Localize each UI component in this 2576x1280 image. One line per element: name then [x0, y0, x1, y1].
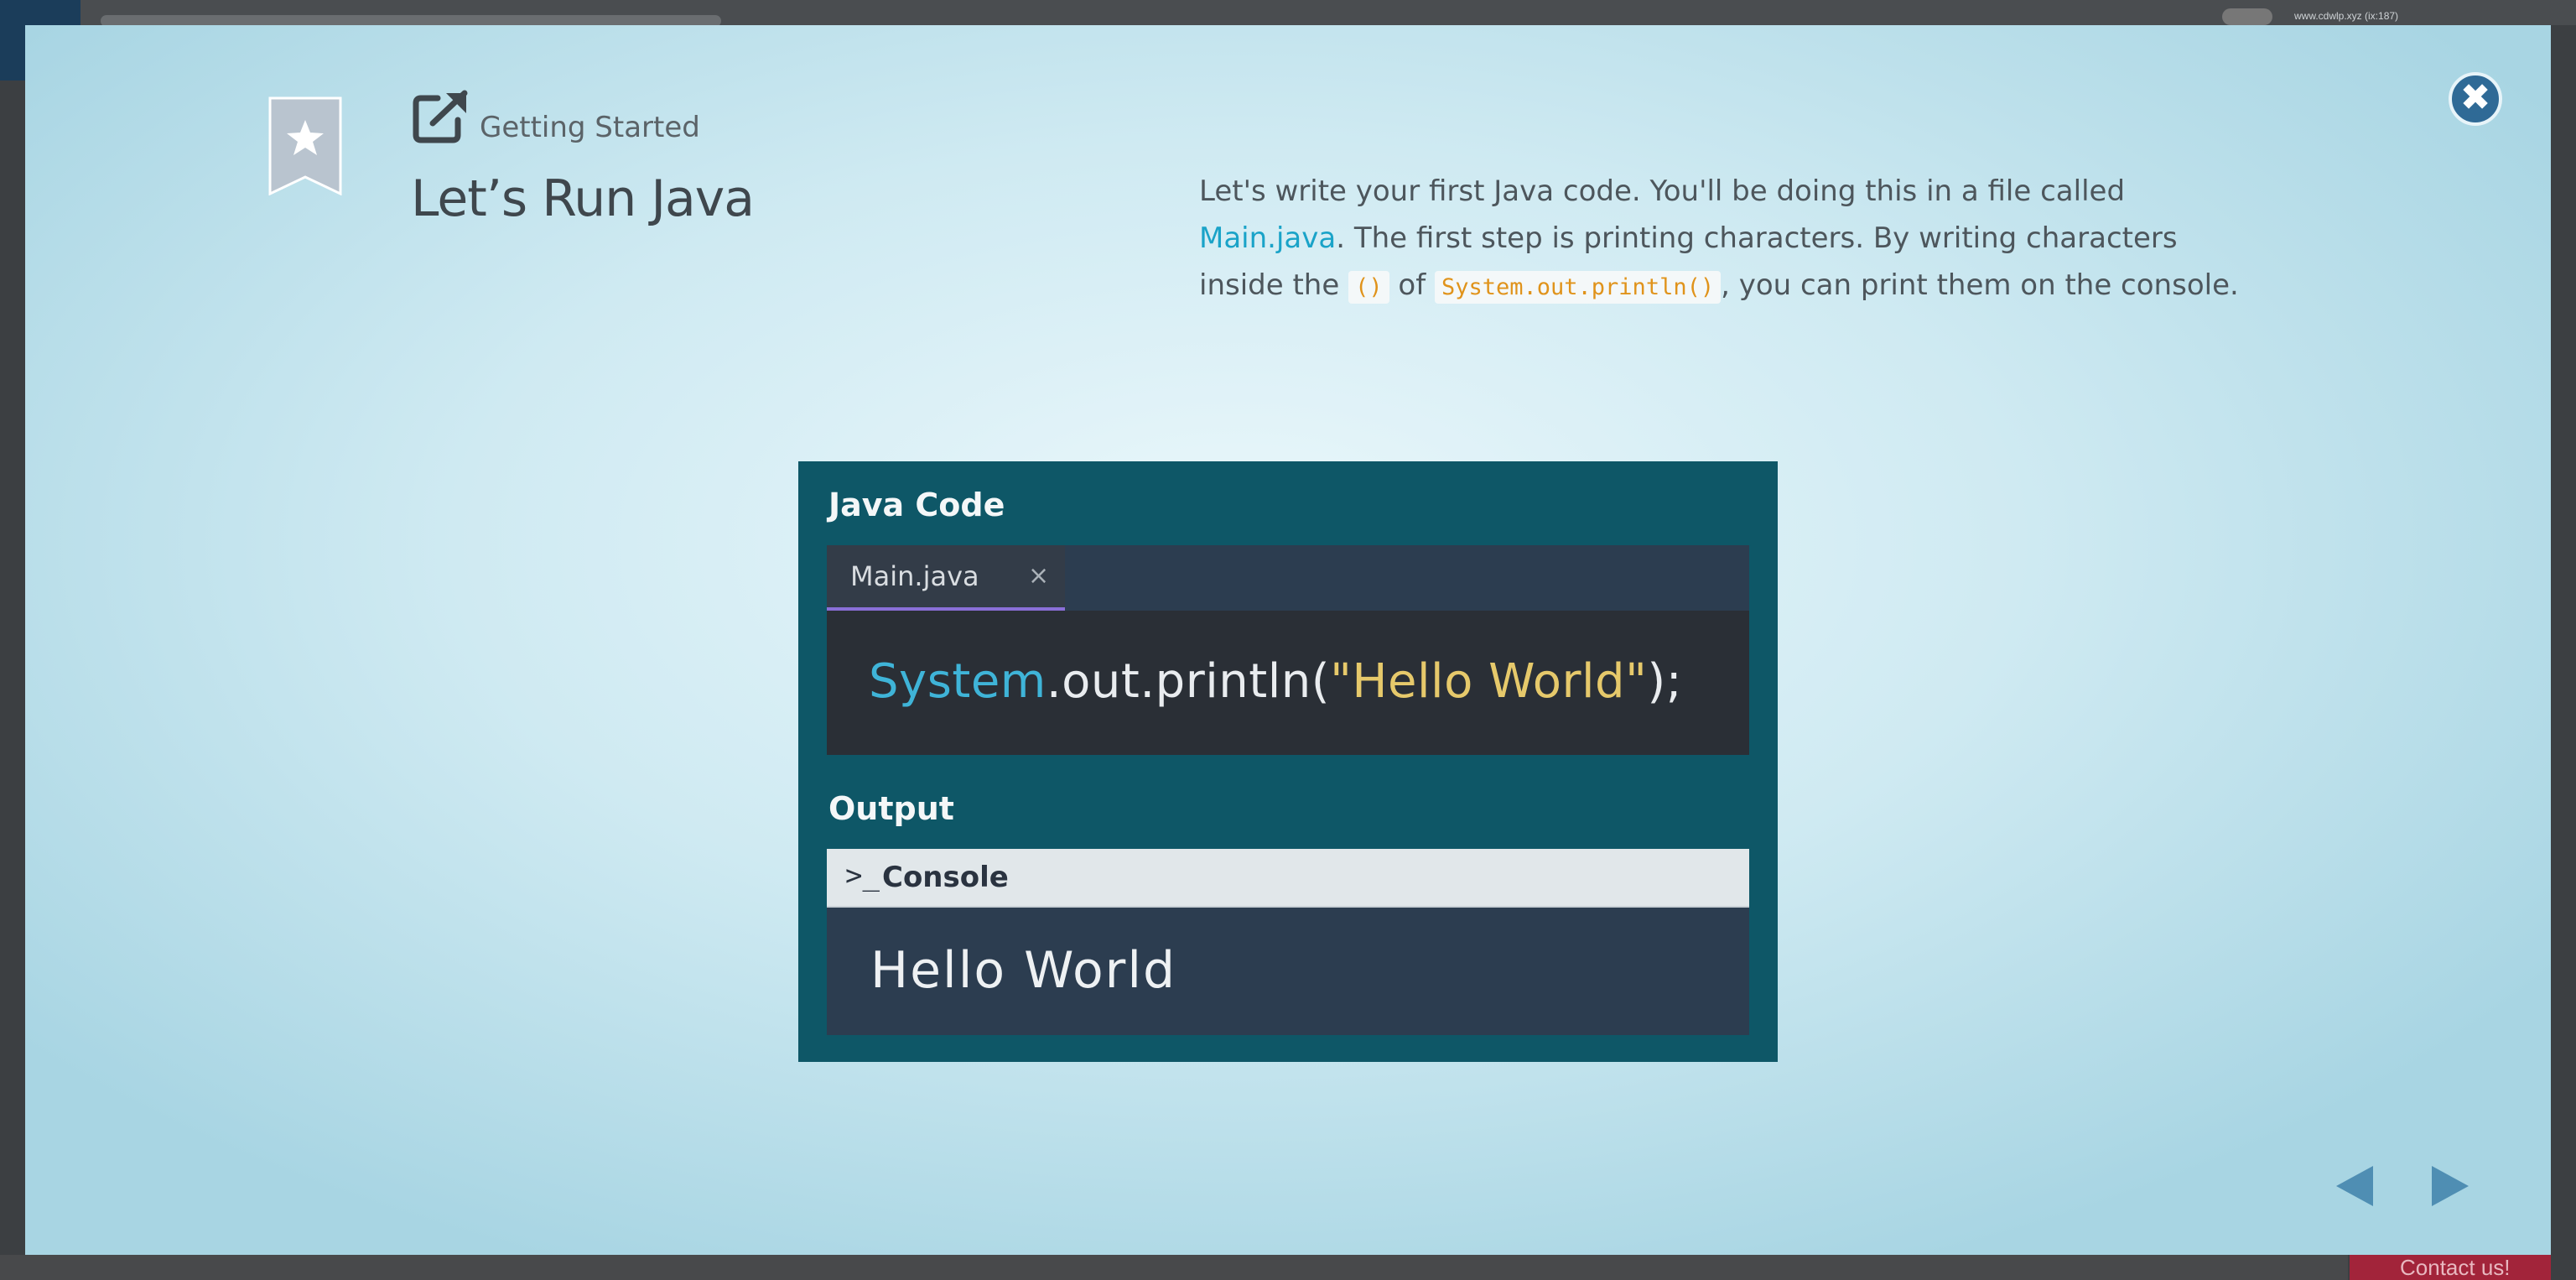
main-java-link[interactable]: Main.java	[1199, 221, 1336, 255]
external-link-icon	[413, 90, 468, 143]
file-tab-label: Main.java	[850, 560, 979, 592]
console-panel: >_ Console Hello World	[827, 849, 1749, 1035]
background-bottom-bar	[0, 1255, 2348, 1280]
description-text: , you can print them on the console.	[1721, 268, 2239, 302]
code-editor-panel: Main.java × System.out.println("Hello Wo…	[827, 545, 1749, 755]
console-output: Hello World	[870, 941, 1177, 1000]
code-illustration: Java Code Main.java × System.out.println…	[798, 461, 1778, 1062]
next-arrow-icon[interactable]	[2430, 1163, 2472, 1210]
inline-code-parens: ()	[1348, 271, 1389, 304]
description-text: Let's write your first Java code. You'll…	[1199, 174, 2126, 208]
lesson-category: Getting Started	[480, 111, 700, 144]
terminal-prompt-icon: >_	[845, 859, 880, 892]
description-text: of	[1389, 268, 1435, 302]
code-closing: );	[1647, 654, 1683, 709]
code-line: System.out.println("Hello World");	[869, 654, 1682, 709]
code-class-name: System	[869, 654, 1046, 709]
lesson-modal: ✖ Getting Started Let’s Run Java Let's w…	[25, 25, 2551, 1255]
close-button[interactable]: ✖	[2449, 72, 2502, 126]
code-method-call: .out.println(	[1046, 654, 1331, 709]
previous-arrow-icon[interactable]	[2333, 1163, 2375, 1210]
lesson-title: Let’s Run Java	[411, 169, 755, 228]
bookmark-star-icon[interactable]	[268, 96, 342, 195]
background-avatar	[2222, 8, 2272, 25]
editor-tab-strip: Main.java ×	[827, 545, 1749, 611]
output-label: Output	[828, 790, 954, 827]
tab-close-icon: ×	[1028, 561, 1050, 591]
console-header: >_ Console	[827, 849, 1749, 908]
console-label: Console	[882, 861, 1009, 894]
code-string-literal: "Hello World"	[1330, 654, 1648, 709]
contact-us-button[interactable]: Contact us!	[2350, 1255, 2551, 1280]
java-code-label: Java Code	[828, 487, 1005, 523]
background-url-text: www.cdwlp.xyz (ix:187)	[2294, 10, 2399, 22]
lesson-description: Let's write your first Java code. You'll…	[1199, 168, 2256, 311]
inline-code-println: System.out.println()	[1434, 271, 1722, 304]
file-tab-main-java: Main.java ×	[827, 545, 1065, 611]
